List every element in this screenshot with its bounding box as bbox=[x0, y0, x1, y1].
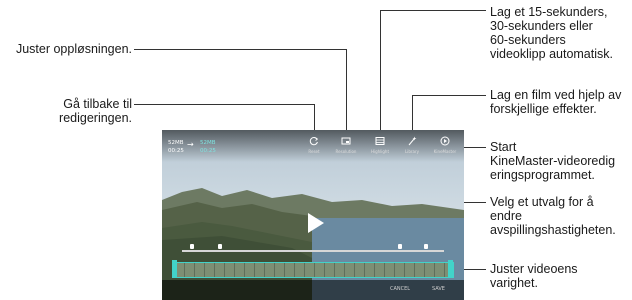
callout-kinemaster: Start KineMaster-videoredig eringsprogra… bbox=[490, 140, 616, 182]
highlight-label: Highlight bbox=[370, 149, 390, 154]
video-editor-screen: 52MB 00:25 → 52MB 00:25 Reset Resolution… bbox=[162, 130, 464, 300]
reset-icon bbox=[309, 137, 319, 146]
speed-marker[interactable] bbox=[424, 244, 428, 249]
callout-resolution: Juster oppløsningen. bbox=[15, 42, 132, 56]
magic-wand-icon bbox=[408, 136, 417, 146]
library-label: Library bbox=[405, 149, 419, 154]
reset-label: Reset bbox=[308, 149, 320, 154]
reset-button[interactable]: Reset bbox=[302, 136, 326, 154]
trim-handle-end[interactable] bbox=[448, 260, 453, 278]
playback-speed-bar[interactable] bbox=[182, 250, 444, 252]
editor-bottom-bar bbox=[162, 280, 464, 300]
callout-playback-speed: Velg et utvalg for å endre avspillingsha… bbox=[490, 195, 616, 237]
new-size: 52MB bbox=[200, 140, 216, 146]
leader-highlight bbox=[380, 10, 486, 11]
size-arrow: → bbox=[187, 140, 194, 149]
callout-movie-effects: Lag en film ved hjelp av forskjellige ef… bbox=[490, 88, 622, 116]
leader-reset bbox=[134, 104, 314, 105]
resolution-button[interactable]: Resolution bbox=[334, 136, 358, 154]
speed-marker[interactable] bbox=[190, 244, 194, 249]
library-button[interactable]: Library bbox=[400, 136, 424, 154]
kinemaster-icon bbox=[440, 136, 450, 146]
cancel-button[interactable]: CANCEL bbox=[390, 286, 410, 292]
trim-handle-start[interactable] bbox=[172, 260, 177, 278]
leader-highlight-v bbox=[380, 10, 381, 134]
save-button[interactable]: SAVE bbox=[432, 286, 445, 292]
callout-highlight: Lag et 15-sekunders, 30-sekunders eller … bbox=[490, 5, 613, 61]
leader-effects-v bbox=[412, 95, 413, 134]
play-icon[interactable] bbox=[308, 213, 324, 233]
kinemaster-button[interactable]: KineMaster bbox=[433, 136, 457, 154]
film-icon bbox=[375, 137, 385, 145]
leader-resolution bbox=[134, 49, 346, 50]
leader-resolution-v bbox=[346, 49, 347, 134]
resolution-icon bbox=[341, 137, 351, 145]
original-time: 00:25 bbox=[168, 148, 184, 154]
resolution-label: Resolution bbox=[335, 149, 357, 154]
original-size: 52MB bbox=[168, 140, 184, 146]
callout-back-to-edit: Gå tilbake til redigeringen. bbox=[59, 97, 132, 125]
leader-effects bbox=[412, 95, 486, 96]
callout-duration: Juster videoens varighet. bbox=[490, 262, 578, 290]
video-timeline-strip[interactable] bbox=[174, 262, 454, 278]
speed-marker[interactable] bbox=[398, 244, 402, 249]
new-time: 00:25 bbox=[200, 148, 216, 154]
highlight-button[interactable]: Highlight bbox=[368, 136, 392, 154]
kinemaster-label: KineMaster bbox=[433, 149, 457, 154]
speed-marker[interactable] bbox=[218, 244, 222, 249]
